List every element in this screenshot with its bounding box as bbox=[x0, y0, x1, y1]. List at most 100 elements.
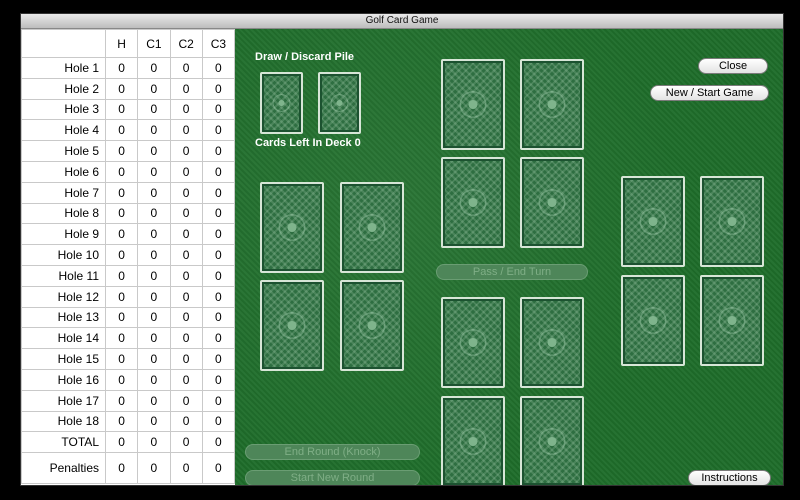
score-cell: 0 bbox=[104, 264, 139, 287]
score-cell: 0 bbox=[137, 327, 171, 350]
score-cell: 0 bbox=[104, 77, 139, 100]
score-cell: 0 bbox=[104, 181, 139, 204]
score-cell: 0 bbox=[104, 431, 139, 454]
penalty-cell: 0 bbox=[137, 452, 171, 485]
right-hand-card-3[interactable] bbox=[621, 275, 685, 366]
score-cell: 0 bbox=[169, 264, 203, 287]
score-cell: 0 bbox=[201, 223, 236, 246]
score-cell: 0 bbox=[169, 389, 203, 412]
score-cell: 0 bbox=[137, 202, 171, 225]
right-hand-card-4[interactable] bbox=[700, 275, 764, 366]
bottom-hand-card-4[interactable] bbox=[520, 396, 584, 485]
row-label: Hole 13 bbox=[21, 306, 106, 329]
scorecard: H C1 C2 C3 Hole 1 0 0 0 0 Hole 2 0 0 0 0 Hole 3000… bbox=[21, 29, 236, 485]
score-cell: 0 bbox=[169, 431, 203, 454]
score-cell: 0 bbox=[137, 77, 171, 100]
right-hand-card-2[interactable] bbox=[700, 176, 764, 267]
row-label: Hole 1 bbox=[21, 57, 106, 79]
bottom-hand-card-3[interactable] bbox=[441, 396, 505, 485]
penalty-cell: 0 bbox=[104, 452, 139, 485]
top-hand-card-2[interactable] bbox=[520, 59, 584, 150]
score-cell: 0 bbox=[201, 202, 236, 225]
score-cell: 0 bbox=[201, 410, 236, 433]
row-label: Hole 9 bbox=[21, 223, 106, 246]
bottom-hand-card-2[interactable] bbox=[520, 297, 584, 388]
right-hand-card-1[interactable] bbox=[621, 176, 685, 267]
cards-left-label: Cards Left In Deck 0 bbox=[255, 137, 361, 149]
left-hand-card-1[interactable] bbox=[260, 182, 324, 273]
score-cell: 0 bbox=[201, 431, 236, 454]
score-cell: 0 bbox=[137, 98, 171, 121]
score-cell: 0 bbox=[169, 202, 203, 225]
row-label: Hole 10 bbox=[21, 244, 106, 266]
header-c3: C3 bbox=[201, 29, 236, 58]
score-cell: 0 bbox=[201, 119, 236, 142]
pass-end-turn-button[interactable]: Pass / End Turn bbox=[436, 264, 588, 280]
top-hand-card-3[interactable] bbox=[441, 157, 505, 248]
score-cell: 0 bbox=[169, 327, 203, 350]
score-cell: 0 bbox=[137, 57, 171, 79]
row-label: Hole 12 bbox=[21, 285, 106, 308]
bottom-hand-card-1[interactable] bbox=[441, 297, 505, 388]
new-start-game-button[interactable]: New / Start Game bbox=[650, 85, 769, 101]
end-round-knock-button[interactable]: End Round (Knock) bbox=[245, 444, 420, 460]
row-label: Hole 3 bbox=[21, 98, 106, 121]
row-label: Hole 15 bbox=[21, 348, 106, 370]
row-label: Hole 17 bbox=[21, 389, 106, 412]
score-row: Hole 10000 bbox=[21, 57, 236, 79]
score-cell: 0 bbox=[137, 368, 171, 391]
discard-pile-card[interactable] bbox=[318, 72, 361, 134]
row-label: Hole 6 bbox=[21, 160, 106, 183]
score-row: Hole 60000 bbox=[21, 160, 236, 183]
row-label: Hole 8 bbox=[21, 202, 106, 225]
game-window: Golf Card Game H C1 C2 C3 Hole 1 0 0 0 0 Hole… bbox=[20, 13, 784, 486]
left-hand-card-4[interactable] bbox=[340, 280, 404, 371]
score-cell: 0 bbox=[104, 223, 139, 246]
score-cell: 0 bbox=[201, 327, 236, 350]
score-cell: 0 bbox=[137, 348, 171, 370]
score-cell: 0 bbox=[137, 181, 171, 204]
top-hand-card-4[interactable] bbox=[520, 157, 584, 248]
score-cell: 0 bbox=[201, 77, 236, 100]
score-cell: 0 bbox=[137, 410, 171, 433]
score-row: Hole 18 0 0 0 0 bbox=[21, 410, 236, 433]
draw-discard-label: Draw / Discard Pile bbox=[255, 51, 355, 63]
header-blank bbox=[21, 29, 106, 58]
row-label: Hole 14 bbox=[21, 327, 106, 350]
score-cell: 0 bbox=[104, 327, 139, 350]
score-cell: 0 bbox=[169, 348, 203, 370]
score-cell: 0 bbox=[137, 264, 171, 287]
score-cell: 0 bbox=[169, 306, 203, 329]
score-cell: 0 bbox=[169, 410, 203, 433]
score-cell: 0 bbox=[169, 98, 203, 121]
row-label: Hole 16 bbox=[21, 368, 106, 391]
header-c2: C2 bbox=[169, 29, 203, 58]
header-human: H bbox=[104, 29, 139, 58]
instructions-button[interactable]: Instructions bbox=[688, 470, 771, 485]
score-cell: 0 bbox=[104, 389, 139, 412]
score-row: Hole 13 0 0 0 0 bbox=[21, 306, 236, 329]
score-cell: 0 bbox=[201, 306, 236, 329]
score-row: Hole 30000 bbox=[21, 98, 236, 121]
score-cell: 0 bbox=[201, 389, 236, 412]
score-row: Hole 40000 bbox=[21, 119, 236, 142]
close-button[interactable]: Close bbox=[698, 58, 768, 74]
score-cell: 0 bbox=[169, 160, 203, 183]
row-label: TOTAL bbox=[21, 431, 106, 454]
top-hand-card-1[interactable] bbox=[441, 59, 505, 150]
score-row: Hole 16 0 0 0 0 bbox=[21, 368, 236, 391]
score-cell: 0 bbox=[137, 431, 171, 454]
score-cell: 0 bbox=[201, 244, 236, 266]
score-cell: 0 bbox=[104, 244, 139, 266]
score-cell: 0 bbox=[104, 285, 139, 308]
score-cell: 0 bbox=[169, 119, 203, 142]
score-cell: 0 bbox=[169, 223, 203, 246]
left-hand-card-3[interactable] bbox=[260, 280, 324, 371]
draw-pile-card[interactable] bbox=[260, 72, 303, 134]
score-cell: 0 bbox=[201, 98, 236, 121]
score-row: Hole 10 0 0 0 0 bbox=[21, 244, 236, 266]
left-hand-card-2[interactable] bbox=[340, 182, 404, 273]
start-new-round-button[interactable]: Start New Round bbox=[245, 470, 420, 485]
score-row: TOTAL 0 0 0 0 bbox=[21, 431, 236, 454]
score-cell: 0 bbox=[104, 160, 139, 183]
